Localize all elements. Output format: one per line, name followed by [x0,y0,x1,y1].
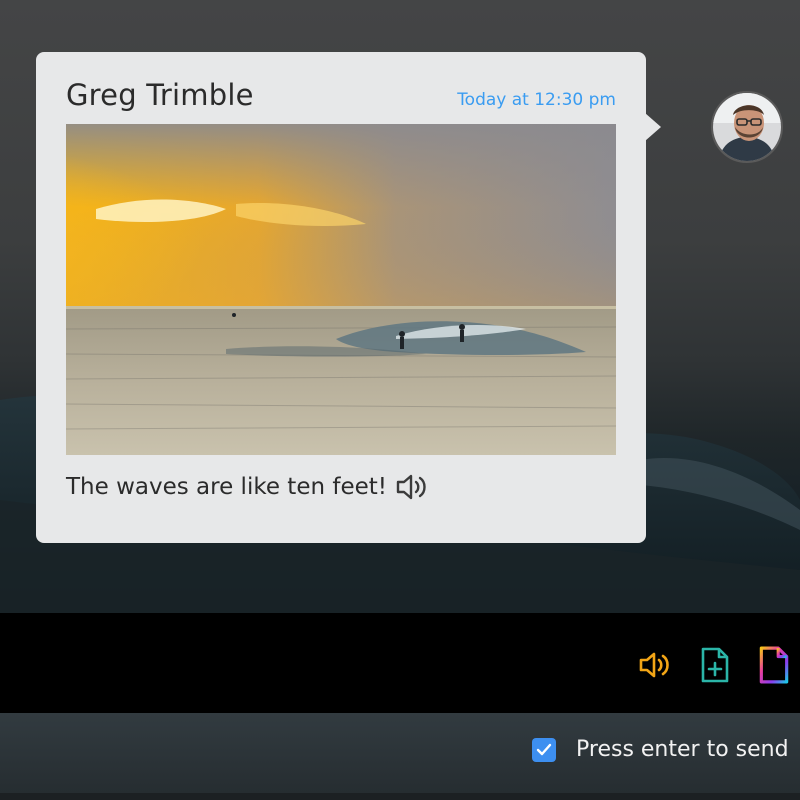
avatar[interactable] [711,91,783,163]
avatar-photo [713,93,781,161]
caption-row: The waves are like ten feet! [66,472,429,502]
message-caption: The waves are like ten feet! [66,474,387,500]
window-bottom-edge [0,793,800,800]
press-enter-label: Press enter to send [576,737,789,762]
message-card-tail [645,113,661,141]
send-options-bar: Press enter to send [0,713,800,793]
check-icon [536,743,552,755]
compose-toolbar [0,613,800,713]
document-button[interactable] [756,646,792,684]
message-card: Greg Trimble Today at 12:30 pm The waves… [36,52,646,543]
speaker-icon[interactable] [395,472,429,502]
document-icon [759,646,789,684]
speaker-icon [639,652,669,678]
press-enter-option[interactable]: Press enter to send [532,737,789,762]
chat-window: Greg Trimble Today at 12:30 pm The waves… [0,0,800,800]
message-timestamp: Today at 12:30 pm [457,90,616,110]
press-enter-checkbox[interactable] [532,737,556,762]
add-file-button[interactable] [697,646,733,684]
file-plus-icon [701,647,729,683]
sunset-surf-photo[interactable] [66,124,616,455]
sender-name: Greg Trimble [66,78,254,112]
audio-message-button[interactable] [637,646,673,684]
